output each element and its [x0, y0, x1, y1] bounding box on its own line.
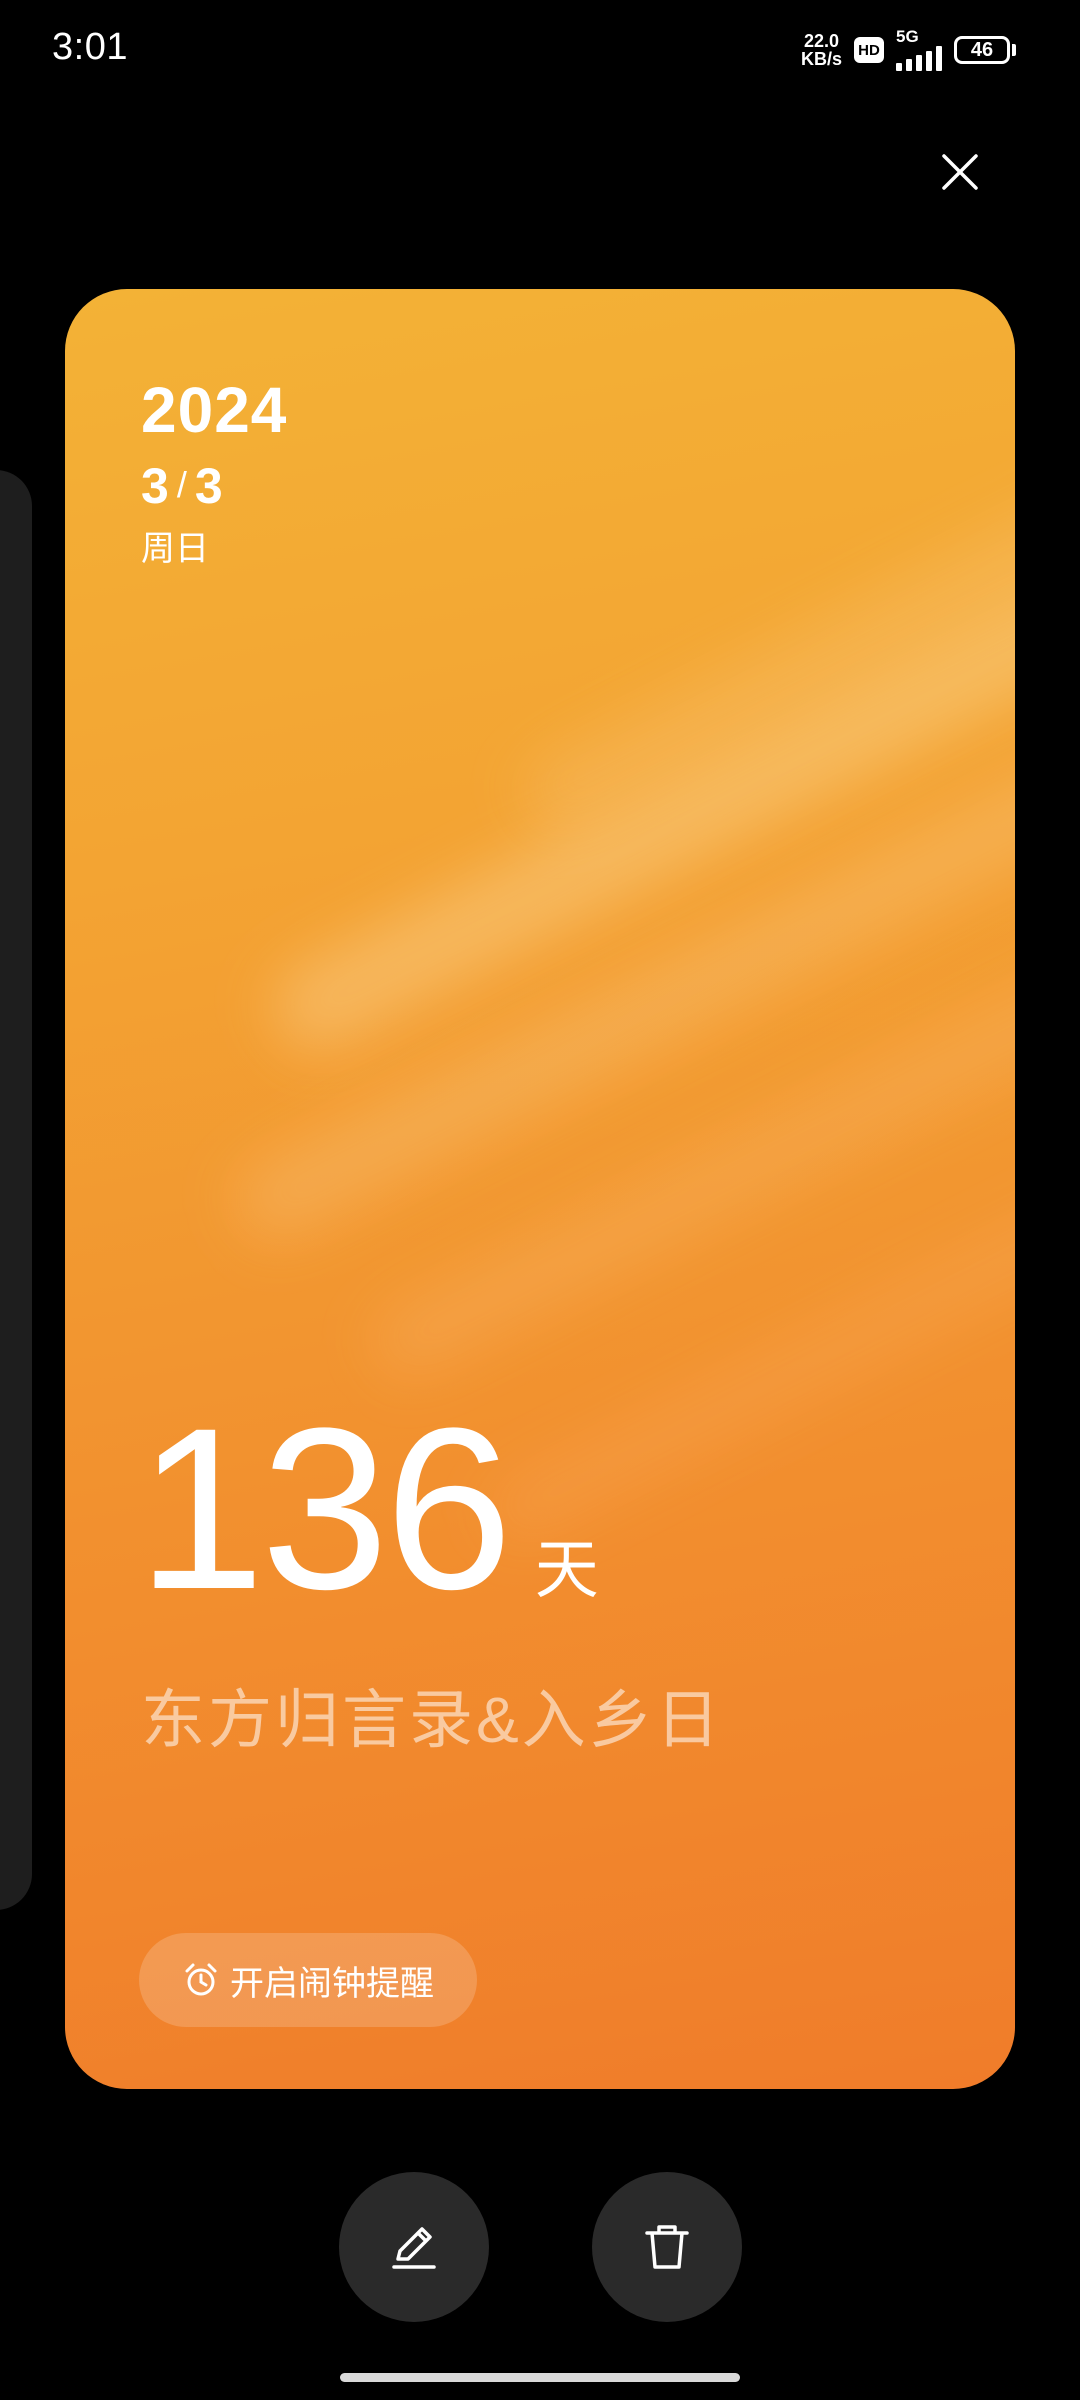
enable-alarm-reminder-label: 开启闹钟提醒 — [230, 1964, 434, 2003]
network-type: 5G — [896, 27, 919, 46]
close-icon — [942, 154, 978, 190]
battery-icon: 46 — [954, 36, 1016, 64]
network-speed: 22.0 KB/s — [801, 32, 842, 68]
enable-alarm-reminder-button[interactable]: 开启闹钟提醒 — [139, 1933, 477, 2027]
target-day: 3 — [194, 458, 223, 514]
target-month: 3 — [141, 458, 169, 514]
countdown-detail-screen: 3:01 22.0 KB/s HD 5G 46 2024 3 / 3 周日 13… — [0, 0, 1080, 2400]
network-speed-value: 22.0 — [803, 31, 840, 51]
status-bar: 3:01 22.0 KB/s HD 5G 46 — [0, 0, 1080, 100]
cellular-signal: 5G — [896, 27, 942, 71]
signal-bars-icon — [896, 45, 942, 71]
target-date: 3/3 — [141, 457, 223, 515]
close-button[interactable] — [930, 142, 990, 202]
delete-button[interactable] — [592, 2172, 742, 2322]
edit-button[interactable] — [339, 2172, 489, 2322]
pencil-icon — [392, 2227, 436, 2269]
hd-badge: HD — [854, 37, 884, 63]
trash-icon — [645, 2225, 689, 2269]
network-speed-unit: KB/s — [800, 49, 842, 69]
status-indicators: 22.0 KB/s HD 5G 46 — [801, 27, 1016, 71]
day-count: 136 天 — [137, 1380, 599, 1637]
day-count-unit: 天 — [534, 1534, 599, 1606]
date-separator: / — [176, 464, 187, 505]
alarm-clock-icon — [185, 1963, 217, 1996]
home-indicator[interactable] — [340, 2373, 740, 2382]
day-count-number: 136 — [137, 1380, 513, 1637]
previous-card-peek[interactable] — [0, 470, 32, 1910]
event-title: 东方归言录&入乡日 — [141, 1684, 723, 1756]
countdown-card: 2024 3/3 周日 136 天 东方归言录&入乡日 开启闹钟提醒 — [65, 289, 1015, 2089]
target-year: 2024 — [141, 374, 288, 446]
battery-level: 46 — [954, 36, 1010, 64]
target-weekday: 周日 — [141, 530, 209, 568]
status-time: 3:01 — [52, 26, 128, 68]
